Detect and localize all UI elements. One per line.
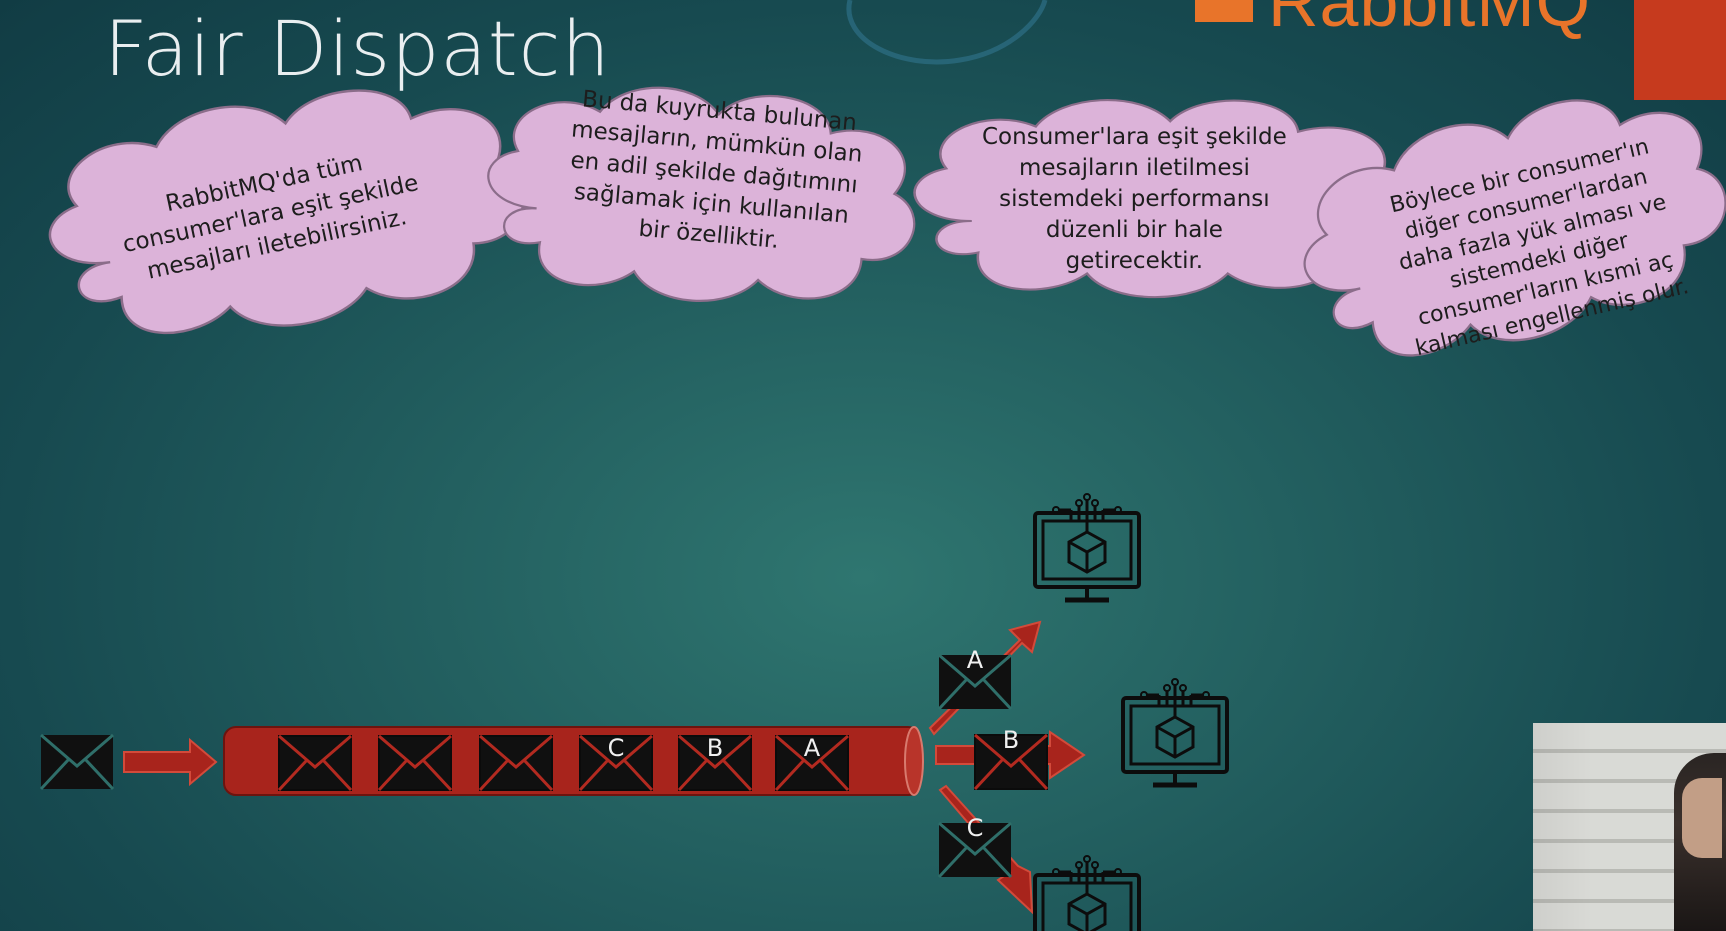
presenter-face bbox=[1682, 778, 1722, 858]
queue-message-envelope-icon: A bbox=[774, 734, 850, 792]
consumer-bottom-monitor-icon bbox=[1035, 856, 1139, 931]
dispatched-message-consumer-bottom: C bbox=[937, 814, 1013, 879]
queue-message-label: B bbox=[707, 734, 723, 762]
queue-message-label: A bbox=[804, 734, 821, 762]
webcam-shade bbox=[1533, 723, 1593, 931]
queue-message-envelope-icon bbox=[377, 734, 453, 792]
input-arrow bbox=[123, 737, 218, 787]
dispatched-message-label: B bbox=[1003, 726, 1019, 754]
queue-message-envelope-icon: C bbox=[578, 734, 654, 792]
producer-envelope-icon bbox=[39, 733, 115, 791]
queue-message-envelope-icon bbox=[478, 734, 554, 792]
queue-message-envelope-icon bbox=[277, 734, 353, 792]
dispatched-message-consumer-middle: B bbox=[973, 726, 1049, 791]
slide: RabbitMQ Fair Dispatch RabbitMQ'da tüm c… bbox=[0, 0, 1726, 931]
dispatch-diagram: C B A A B C bbox=[39, 0, 1726, 931]
dispatched-message-consumer-top: A bbox=[937, 646, 1013, 711]
queue-message-envelope-icon: B bbox=[677, 734, 753, 792]
dispatched-message-label: A bbox=[967, 646, 984, 674]
presenter-webcam bbox=[1533, 723, 1726, 931]
consumer-top-monitor-icon bbox=[1035, 494, 1139, 600]
queue-pipe-end bbox=[904, 726, 924, 796]
dispatched-message-label: C bbox=[967, 814, 984, 842]
consumer-middle-monitor-icon bbox=[1123, 679, 1227, 785]
queue-message-label: C bbox=[608, 734, 625, 762]
